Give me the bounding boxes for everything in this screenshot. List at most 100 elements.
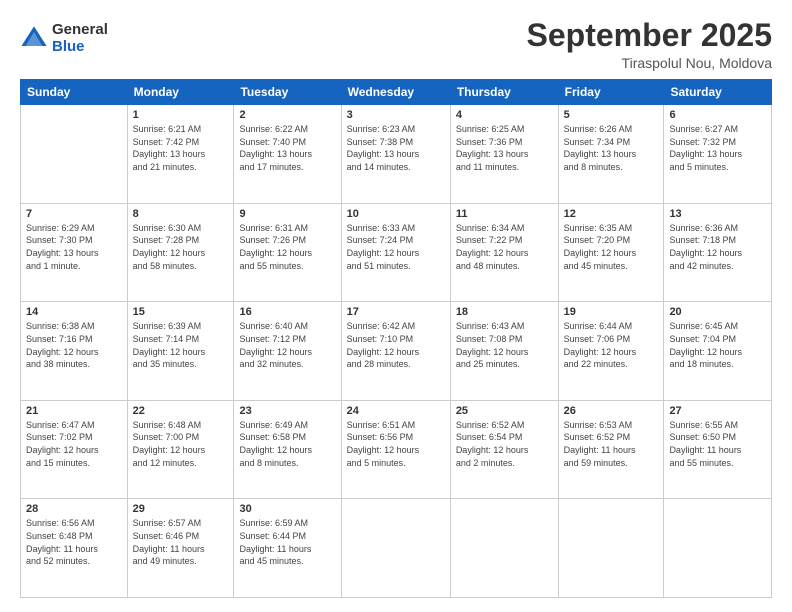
day-number: 16 [239,306,335,318]
header-wednesday: Wednesday [341,80,450,105]
day-number: 3 [347,109,445,121]
header-monday: Monday [127,80,234,105]
day-number: 21 [26,405,122,417]
day-info: Sunrise: 6:59 AM Sunset: 6:44 PM Dayligh… [239,517,335,567]
day-number: 14 [26,306,122,318]
day-info: Sunrise: 6:30 AM Sunset: 7:28 PM Dayligh… [133,222,229,272]
header: General Blue September 2025 Tiraspolul N… [20,18,772,71]
day-number: 19 [564,306,659,318]
location-subtitle: Tiraspolul Nou, Moldova [527,55,772,71]
day-number: 27 [669,405,766,417]
day-number: 8 [133,208,229,220]
day-number: 2 [239,109,335,121]
table-row: 12Sunrise: 6:35 AM Sunset: 7:20 PM Dayli… [558,203,664,302]
table-row: 14 Sunrise: 6:38 AM Sunset: 7:16 PM Dayli… [21,302,128,401]
day-number: 7 [26,208,122,220]
day-number: 29 [133,503,229,515]
table-row: 23Sunrise: 6:49 AM Sunset: 6:58 PM Dayli… [234,400,341,499]
day-info: Sunrise: 6:27 AM Sunset: 7:32 PM Dayligh… [669,123,766,173]
day-info: Sunrise: 6:47 AM Sunset: 7:02 PM Dayligh… [26,419,122,469]
day-info: Sunrise: 6:29 AM Sunset: 7:30 PM Dayligh… [26,222,122,272]
day-info: Sunrise: 6:53 AM Sunset: 6:52 PM Dayligh… [564,419,659,469]
logo-icon [20,25,48,53]
day-number: 28 [26,503,122,515]
day-number: 13 [669,208,766,220]
header-sunday: Sunday [21,80,128,105]
day-info: Sunrise: 6:57 AM Sunset: 6:46 PM Dayligh… [133,517,229,567]
month-title: September 2025 [527,18,772,53]
day-number: 10 [347,208,445,220]
weekday-header-row: Sunday Monday Tuesday Wednesday Thursday… [21,80,772,105]
table-row: 6 Sunrise: 6:27 AM Sunset: 7:32 PM Daylig… [664,105,772,204]
header-thursday: Thursday [450,80,558,105]
day-number: 30 [239,503,335,515]
day-info: Sunrise: 6:45 AM Sunset: 7:04 PM Dayligh… [669,320,766,370]
table-row: 25Sunrise: 6:52 AM Sunset: 6:54 PM Dayli… [450,400,558,499]
day-info: Sunrise: 6:34 AM Sunset: 7:22 PM Dayligh… [456,222,553,272]
table-row: 15 Sunrise: 6:39 AM Sunset: 7:14 PM Dayli… [127,302,234,401]
table-row: 8 Sunrise: 6:30 AM Sunset: 7:28 PM Daylig… [127,203,234,302]
day-info: Sunrise: 6:23 AM Sunset: 7:38 PM Dayligh… [347,123,445,173]
table-row: 18 Sunrise: 6:43 AM Sunset: 7:08 PM Dayli… [450,302,558,401]
day-info: Sunrise: 6:38 AM Sunset: 7:16 PM Dayligh… [26,320,122,370]
table-row [664,499,772,598]
day-info: Sunrise: 6:44 AM Sunset: 7:06 PM Dayligh… [564,320,659,370]
header-saturday: Saturday [664,80,772,105]
day-number: 15 [133,306,229,318]
day-info: Sunrise: 6:25 AM Sunset: 7:36 PM Dayligh… [456,123,553,173]
day-number: 9 [239,208,335,220]
table-row: 4Sunrise: 6:25 AM Sunset: 7:36 PM Daylig… [450,105,558,204]
day-number: 20 [669,306,766,318]
day-number: 26 [564,405,659,417]
page: General Blue September 2025 Tiraspolul N… [0,0,792,612]
table-row: 27 Sunrise: 6:55 AM Sunset: 6:50 PM Dayli… [664,400,772,499]
table-row: 28 Sunrise: 6:56 AM Sunset: 6:48 PM Dayli… [21,499,128,598]
day-info: Sunrise: 6:55 AM Sunset: 6:50 PM Dayligh… [669,419,766,469]
table-row: 26 Sunrise: 6:53 AM Sunset: 6:52 PM Dayli… [558,400,664,499]
logo-general-text: General [52,22,108,39]
day-info: Sunrise: 6:33 AM Sunset: 7:24 PM Dayligh… [347,222,445,272]
day-number: 24 [347,405,445,417]
day-number: 25 [456,405,553,417]
table-row: 11Sunrise: 6:34 AM Sunset: 7:22 PM Dayli… [450,203,558,302]
table-row: 20 Sunrise: 6:45 AM Sunset: 7:04 PM Dayli… [664,302,772,401]
table-row: 19 Sunrise: 6:44 AM Sunset: 7:06 PM Dayli… [558,302,664,401]
day-info: Sunrise: 6:43 AM Sunset: 7:08 PM Dayligh… [456,320,553,370]
table-row: 30 Sunrise: 6:59 AM Sunset: 6:44 PM Dayli… [234,499,341,598]
table-row: 10 Sunrise: 6:33 AM Sunset: 7:24 PM Dayli… [341,203,450,302]
table-row [341,499,450,598]
logo-blue-text: Blue [52,39,108,56]
day-number: 22 [133,405,229,417]
logo: General Blue [20,22,108,55]
day-info: Sunrise: 6:36 AM Sunset: 7:18 PM Dayligh… [669,222,766,272]
header-friday: Friday [558,80,664,105]
table-row: 17Sunrise: 6:42 AM Sunset: 7:10 PM Dayli… [341,302,450,401]
day-number: 18 [456,306,553,318]
day-info: Sunrise: 6:26 AM Sunset: 7:34 PM Dayligh… [564,123,659,173]
table-row: 13 Sunrise: 6:36 AM Sunset: 7:18 PM Dayli… [664,203,772,302]
day-info: Sunrise: 6:39 AM Sunset: 7:14 PM Dayligh… [133,320,229,370]
logo-text: General Blue [52,22,108,55]
day-info: Sunrise: 6:40 AM Sunset: 7:12 PM Dayligh… [239,320,335,370]
day-info: Sunrise: 6:31 AM Sunset: 7:26 PM Dayligh… [239,222,335,272]
calendar-table: Sunday Monday Tuesday Wednesday Thursday… [20,79,772,598]
day-number: 6 [669,109,766,121]
day-number: 1 [133,109,229,121]
day-number: 5 [564,109,659,121]
title-block: September 2025 Tiraspolul Nou, Moldova [527,18,772,71]
day-info: Sunrise: 6:22 AM Sunset: 7:40 PM Dayligh… [239,123,335,173]
table-row: 16 Sunrise: 6:40 AM Sunset: 7:12 PM Dayli… [234,302,341,401]
table-row: 5 Sunrise: 6:26 AM Sunset: 7:34 PM Daylig… [558,105,664,204]
header-tuesday: Tuesday [234,80,341,105]
table-row: 22 Sunrise: 6:48 AM Sunset: 7:00 PM Dayli… [127,400,234,499]
day-info: Sunrise: 6:48 AM Sunset: 7:00 PM Dayligh… [133,419,229,469]
table-row: 1Sunrise: 6:21 AM Sunset: 7:42 PM Daylig… [127,105,234,204]
table-row: 2 Sunrise: 6:22 AM Sunset: 7:40 PM Daylig… [234,105,341,204]
day-info: Sunrise: 6:49 AM Sunset: 6:58 PM Dayligh… [239,419,335,469]
day-number: 12 [564,208,659,220]
table-row [450,499,558,598]
table-row: 29 Sunrise: 6:57 AM Sunset: 6:46 PM Dayli… [127,499,234,598]
day-info: Sunrise: 6:42 AM Sunset: 7:10 PM Dayligh… [347,320,445,370]
day-info: Sunrise: 6:56 AM Sunset: 6:48 PM Dayligh… [26,517,122,567]
table-row: 3 Sunrise: 6:23 AM Sunset: 7:38 PM Daylig… [341,105,450,204]
